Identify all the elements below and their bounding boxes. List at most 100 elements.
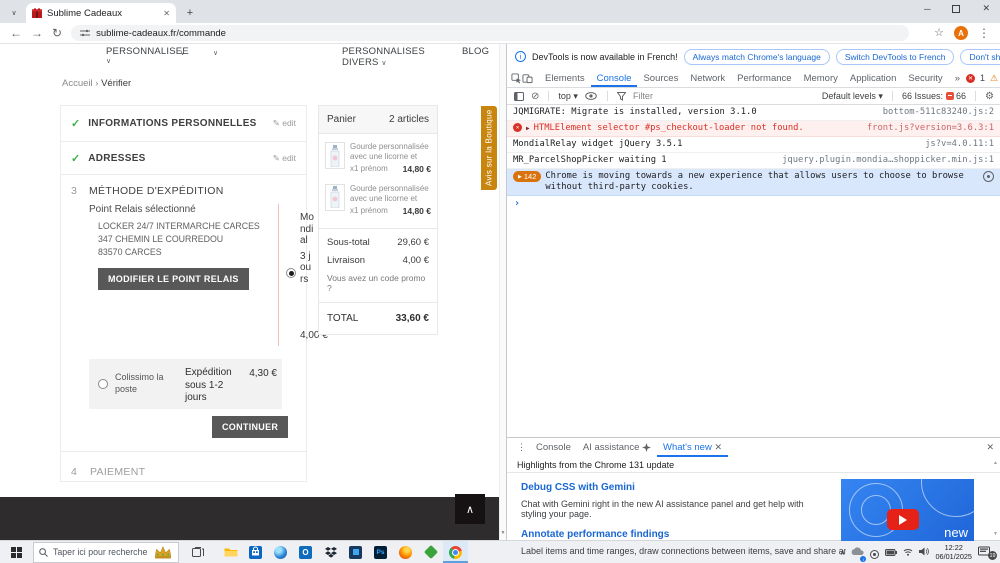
whats-new-video-thumbnail[interactable]: new xyxy=(841,479,974,541)
tab-close-icon[interactable]: ✕ xyxy=(163,9,170,18)
edit-addresses-link[interactable]: ✎ edit xyxy=(273,153,296,164)
forward-button[interactable]: → xyxy=(31,27,43,39)
scrollbar-down-arrow[interactable]: ▼ xyxy=(500,530,506,536)
taskbar-icon-file-explorer[interactable] xyxy=(218,541,243,563)
nav-item-personnalises-divers[interactable]: PERSONNALISES DIVERS ∨ xyxy=(342,46,425,68)
product-thumbnail xyxy=(325,183,345,211)
taskbar-icon-edge[interactable] xyxy=(268,541,293,563)
message-source-link[interactable]: front.js?version=3.6.3:1 xyxy=(857,123,994,134)
drawer-tab-console[interactable]: Console xyxy=(530,438,577,457)
console-settings-icon[interactable]: ⚙ xyxy=(985,91,994,102)
breadcrumb-home[interactable]: Accueil xyxy=(62,78,93,89)
console-sidebar-icon[interactable] xyxy=(513,91,525,101)
close-whats-new-icon[interactable]: ✕ xyxy=(714,442,722,453)
log-levels-selector[interactable]: Default levels ▾ xyxy=(822,91,883,102)
tab-application[interactable]: Application xyxy=(844,69,902,87)
taskbar-icon-outlook[interactable]: O xyxy=(293,541,318,563)
console-warning-message-selected[interactable]: ▶ 142 Chrome is moving towards a new expe… xyxy=(507,168,1000,196)
address-bar[interactable]: sublime-cadeaux.fr/commande xyxy=(71,25,910,41)
taskbar-icon-firefox[interactable] xyxy=(393,541,418,563)
more-tabs-icon[interactable]: » xyxy=(949,69,966,87)
bookmark-star-icon[interactable]: ☆ xyxy=(934,27,944,39)
tab-elements[interactable]: Elements xyxy=(539,69,591,87)
browser-tab[interactable]: Sublime Cadeaux ✕ xyxy=(26,3,176,23)
console-message[interactable]: MR_ParcelShopPicker waiting 1 jquery.plu… xyxy=(507,153,1000,169)
taskbar-icon-dropbox[interactable] xyxy=(318,541,343,563)
tab-sources[interactable]: Sources xyxy=(637,69,684,87)
edit-personal-info-link[interactable]: ✎ edit xyxy=(273,118,296,129)
console-message[interactable]: JQMIGRATE: Migrate is installed, version… xyxy=(507,105,1000,121)
taskbar-icon-blue-app[interactable] xyxy=(343,541,368,563)
expand-triangle-icon[interactable]: ▶ xyxy=(526,125,530,133)
taskbar-search[interactable] xyxy=(33,541,179,563)
back-button[interactable]: ← xyxy=(10,27,22,39)
eye-icon[interactable] xyxy=(584,92,598,100)
nav-item-personnalisee[interactable]: PERSONNALISEE ∨ xyxy=(106,46,189,65)
taskbar-icon-photoshop[interactable]: Ps xyxy=(368,541,393,563)
tab-memory[interactable]: Memory xyxy=(798,69,844,87)
colissimo-radio[interactable] xyxy=(98,379,108,389)
switch-to-french-button[interactable]: Switch DevTools to French xyxy=(835,48,955,65)
console-prompt[interactable]: › xyxy=(507,196,1000,211)
nav-item-blog[interactable]: BLOG xyxy=(462,46,489,57)
carrier-option-mondial[interactable]: Mondial 3 jours xyxy=(300,212,314,285)
tab-console[interactable]: Console xyxy=(591,69,638,87)
onedrive-icon[interactable]: i xyxy=(851,543,867,562)
device-toolbar-icon[interactable] xyxy=(522,69,533,87)
task-view-button[interactable] xyxy=(185,541,210,563)
promo-code-link[interactable]: Vous avez un code promo ? xyxy=(327,273,429,293)
error-count-icon[interactable]: ✕ xyxy=(965,73,975,83)
drawer-tab-ai-assistance[interactable]: AI assistance xyxy=(577,438,657,457)
message-source-link[interactable]: jquery.plugin.mondia…shoppicker.min.js:1 xyxy=(772,155,994,166)
tab-search-button[interactable]: ∨ xyxy=(6,6,22,20)
message-source-link[interactable]: js?v=4.0.11:1 xyxy=(915,139,994,150)
clear-console-icon[interactable]: ⊘ xyxy=(531,91,539,102)
third-party-cookie-icon[interactable] xyxy=(983,170,994,182)
inspect-element-icon[interactable] xyxy=(511,69,522,87)
drawer-close-icon[interactable]: ✕ xyxy=(986,442,994,453)
modify-point-relais-button[interactable]: MODIFIER LE POINT RELAIS xyxy=(98,267,249,290)
search-input[interactable] xyxy=(53,547,148,557)
carrier-name: Colissimo la poste xyxy=(115,372,164,394)
tab-performance[interactable]: Performance xyxy=(731,69,797,87)
continue-button[interactable]: CONTINUER xyxy=(212,416,289,438)
match-language-button[interactable]: Always match Chrome's language xyxy=(683,48,830,65)
taskbar-icon-microsoft-store[interactable] xyxy=(243,541,268,563)
browser-menu-icon[interactable]: ⋮ xyxy=(978,27,990,39)
window-minimize-button[interactable]: ─ xyxy=(924,4,930,14)
console-message[interactable]: MondialRelay widget jQuery 3.5.1 js?v=4.… xyxy=(507,137,1000,153)
tab-security[interactable]: Security xyxy=(902,69,948,87)
drawer-scroll-down-icon[interactable]: ▼ xyxy=(993,531,998,537)
start-button[interactable] xyxy=(5,541,27,563)
drawer-tab-whats-new[interactable]: What's new ✕ xyxy=(657,438,728,457)
page-scrollbar[interactable]: ▼ xyxy=(499,44,506,540)
nav-chevron-2[interactable]: ∨ xyxy=(213,49,218,57)
nav-chevron-1[interactable]: ∨ xyxy=(180,49,185,57)
dont-show-again-button[interactable]: Don't show again xyxy=(960,48,1000,65)
message-source-link[interactable]: bottom-511c83240.js:2 xyxy=(873,107,994,118)
action-center-button[interactable]: 19 xyxy=(978,545,997,560)
reviews-ribbon[interactable]: Avis sur la Boutique xyxy=(481,106,497,190)
window-maximize-button[interactable] xyxy=(952,4,961,13)
profile-avatar[interactable]: A xyxy=(954,26,968,40)
taskbar-icon-chrome[interactable] xyxy=(443,541,468,563)
scroll-to-top-button[interactable]: ∧ xyxy=(455,494,485,524)
reload-button[interactable]: ↻ xyxy=(52,27,62,39)
error-count[interactable]: 1 xyxy=(980,73,985,83)
console-filter-input[interactable] xyxy=(632,91,816,101)
new-tab-button[interactable]: + xyxy=(182,5,198,21)
warning-count-badge[interactable]: ▶ 142 xyxy=(513,170,542,183)
taskbar-icon-green-app[interactable] xyxy=(418,541,443,563)
devtools-language-infobar: i DevTools is now available in French! A… xyxy=(507,44,1000,69)
issues-counter[interactable]: 66 Issues: 66 xyxy=(902,91,966,101)
drawer-menu-icon[interactable]: ⋮ xyxy=(513,438,530,457)
tab-network[interactable]: Network xyxy=(684,69,731,87)
mondial-radio[interactable] xyxy=(286,268,296,278)
carrier-option-colissimo[interactable]: Colissimo la poste Expédition sous 1-2 j… xyxy=(89,359,282,409)
drawer-scroll-up-icon[interactable]: ▲ xyxy=(993,460,998,466)
context-selector[interactable]: top ▾ xyxy=(558,91,578,102)
console-error-message[interactable]: ✕ ▶ HTMLElement selector #ps_checkout-lo… xyxy=(507,120,1000,137)
warning-count-icon[interactable]: ⚠ xyxy=(990,73,998,84)
window-close-button[interactable]: ✕ xyxy=(982,3,990,14)
play-button-icon[interactable] xyxy=(887,509,919,530)
